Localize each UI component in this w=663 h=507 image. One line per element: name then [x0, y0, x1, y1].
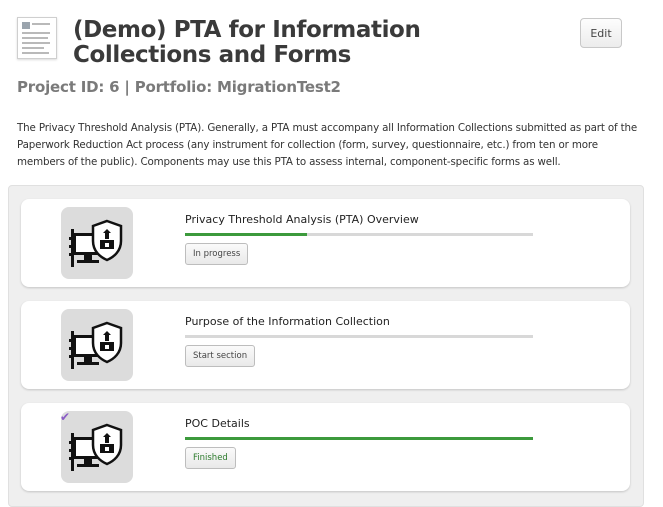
- section-progress-fill: [185, 437, 533, 440]
- section-progress-fill: [185, 233, 307, 236]
- section-card[interactable]: Privacy Threshold Analysis (PTA) Overvie…: [21, 199, 630, 287]
- section-status-button[interactable]: In progress: [185, 243, 249, 265]
- section-progress-bar: [185, 437, 533, 440]
- page-header: (Demo) PTA for Information Collections a…: [0, 0, 663, 110]
- section-status-button[interactable]: Start section: [185, 345, 256, 367]
- section-progress-bar: [185, 335, 533, 338]
- privacy-computer-icon: [61, 309, 133, 381]
- privacy-computer-icon: [61, 411, 133, 483]
- document-thumbnail-icon: [17, 17, 57, 59]
- page-title: (Demo) PTA for Information Collections a…: [73, 17, 421, 68]
- section-title[interactable]: Purpose of the Information Collection: [185, 315, 390, 328]
- pta-description: The Privacy Threshold Analysis (PTA). Ge…: [17, 122, 638, 168]
- section-card[interactable]: POC Details Finished: [21, 403, 630, 491]
- section-status-button[interactable]: Finished: [185, 447, 236, 469]
- section-card[interactable]: Purpose of the Information Collection Sta…: [21, 301, 630, 389]
- section-title[interactable]: Privacy Threshold Analysis (PTA) Overvie…: [185, 213, 419, 226]
- section-progress-bar: [185, 233, 533, 236]
- project-subtitle: Project ID: 6 | Portfolio: MigrationTest…: [17, 78, 341, 96]
- completed-check-icon: ✔: [60, 410, 71, 424]
- edit-button[interactable]: Edit: [580, 18, 622, 48]
- section-title[interactable]: POC Details: [185, 417, 250, 430]
- privacy-computer-icon: [61, 207, 133, 279]
